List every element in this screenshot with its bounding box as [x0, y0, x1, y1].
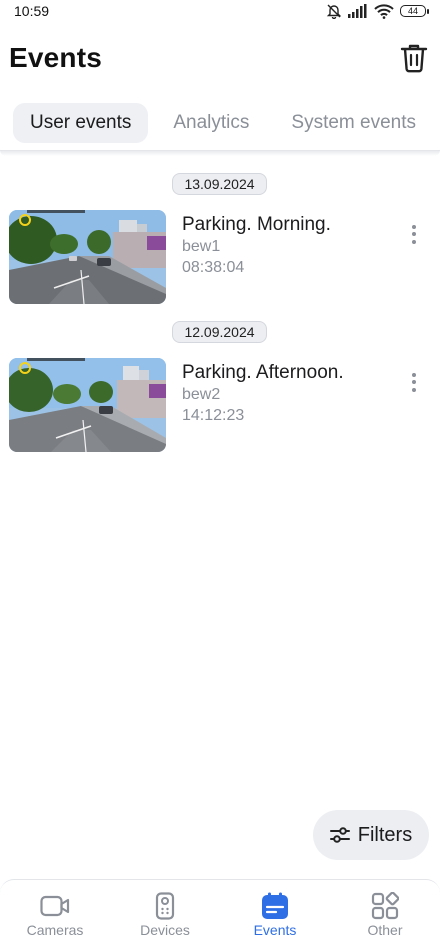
trash-icon	[400, 44, 428, 73]
kebab-dot	[412, 380, 416, 384]
event-time: 14:12:23	[182, 407, 245, 424]
event-thumbnail	[9, 210, 166, 304]
nav-label: Cameras	[26, 922, 84, 938]
status-time: 10:59	[14, 3, 50, 19]
event-details: Parking. Afternoon. bew2 14:12:23	[182, 361, 344, 426]
event-title: Parking. Morning.	[182, 214, 331, 235]
event-camera: bew1	[182, 238, 221, 255]
status-icons: 44	[326, 3, 429, 19]
nav-events[interactable]: Events	[220, 880, 330, 944]
signal-icon	[348, 4, 367, 18]
recording-bar	[27, 358, 85, 361]
tab-system-events[interactable]: System events	[274, 103, 433, 143]
kebab-dot	[412, 372, 416, 377]
tab-analytics[interactable]: Analytics	[156, 103, 266, 143]
more-options-button[interactable]	[404, 370, 424, 394]
nav-label: Devices	[140, 922, 190, 938]
kebab-dot	[412, 232, 416, 236]
nav-devices[interactable]: Devices	[110, 880, 220, 944]
kebab-dot	[412, 387, 416, 392]
sliders-icon	[329, 827, 350, 843]
tab-user-events[interactable]: User events	[13, 103, 149, 143]
event-tabs: User events Analytics System events	[0, 100, 440, 146]
event-time: 08:38:04	[182, 259, 245, 276]
recording-bar	[27, 210, 85, 213]
wifi-icon	[374, 3, 394, 19]
kebab-dot	[412, 224, 416, 229]
page-title: Events	[9, 42, 103, 73]
event-item[interactable]: Parking. Morning. bew1 08:38:04	[0, 210, 440, 306]
event-title: Parking. Afternoon.	[182, 362, 344, 383]
delete-button[interactable]	[396, 40, 432, 76]
event-thumbnail	[9, 358, 166, 452]
status-bar: 10:59 44	[0, 0, 440, 22]
bell-muted-icon	[326, 4, 342, 19]
battery-icon: 44	[400, 5, 429, 17]
date-chip: 12.09.2024	[172, 321, 267, 343]
header: Events	[0, 36, 440, 80]
grid-shapes-icon	[369, 890, 401, 922]
nav-label: Events	[253, 922, 297, 938]
event-details: Parking. Morning. bew1 08:38:04	[182, 213, 331, 278]
filters-button[interactable]: Filters	[313, 810, 429, 860]
bottom-nav: Cameras Devices Events Other	[0, 879, 440, 944]
calendar-icon	[259, 890, 291, 922]
record-indicator-icon	[19, 362, 31, 374]
nav-other[interactable]: Other	[330, 880, 440, 944]
video-camera-icon	[39, 890, 71, 922]
remote-device-icon	[149, 890, 181, 922]
record-indicator-icon	[19, 214, 31, 226]
nav-cameras[interactable]: Cameras	[0, 880, 110, 944]
nav-label: Other	[367, 922, 403, 938]
kebab-dot	[412, 239, 416, 244]
event-item[interactable]: Parking. Afternoon. bew2 14:12:23	[0, 358, 440, 454]
date-chip: 13.09.2024	[172, 173, 267, 195]
tabs-divider	[0, 150, 440, 156]
filters-label: Filters	[357, 823, 413, 846]
event-camera: bew2	[182, 386, 221, 403]
more-options-button[interactable]	[404, 222, 424, 246]
